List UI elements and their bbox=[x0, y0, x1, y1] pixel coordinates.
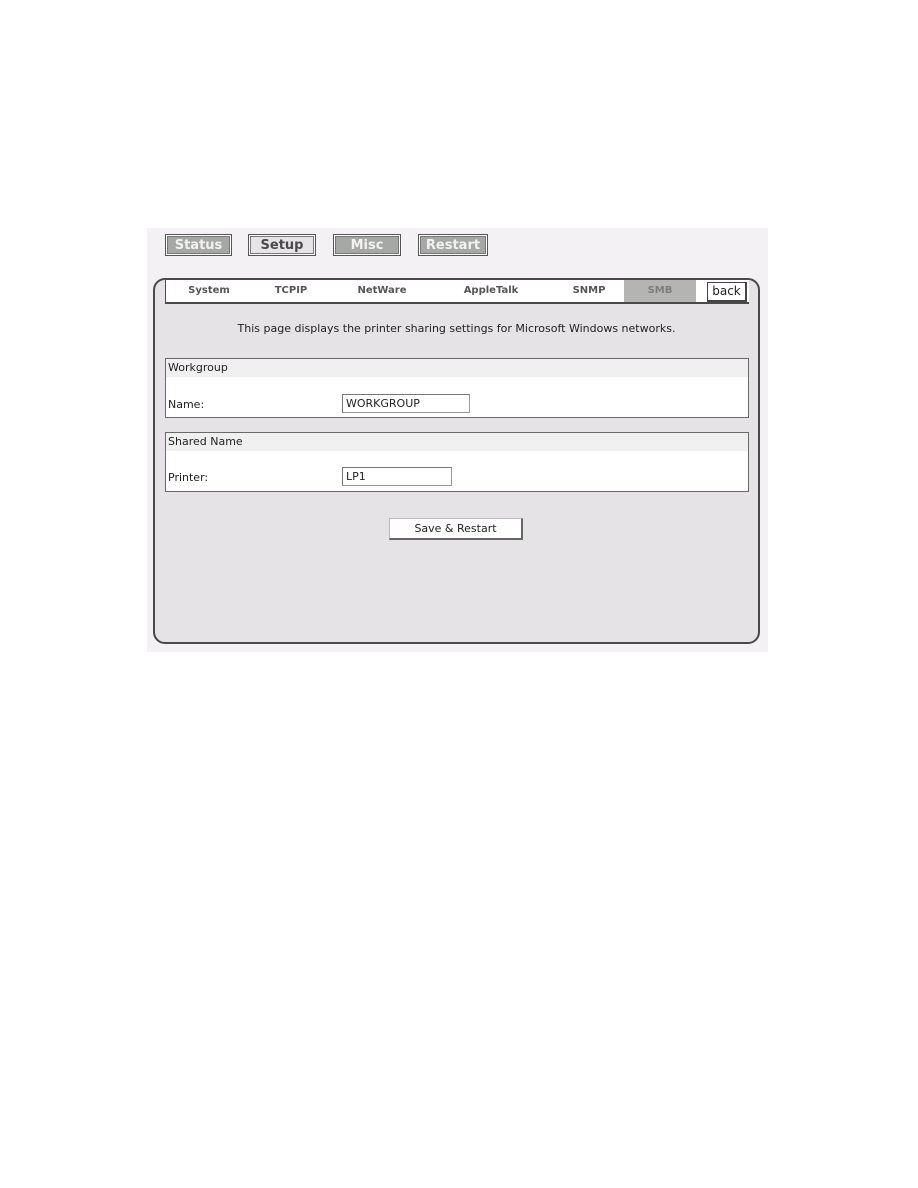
settings-panel: System TCPIP NetWare AppleTalk SNMP SMB … bbox=[153, 278, 760, 644]
shared-name-title: Shared Name bbox=[166, 433, 748, 451]
status-button[interactable]: Status bbox=[165, 234, 232, 256]
printer-config-frame: Status Setup Misc Restart System TCPIP N… bbox=[147, 228, 768, 652]
tab-netware[interactable]: NetWare bbox=[342, 280, 422, 302]
tab-tcpip[interactable]: TCPIP bbox=[258, 280, 324, 302]
misc-button[interactable]: Misc bbox=[333, 234, 401, 256]
setup-subnav: System TCPIP NetWare AppleTalk SNMP SMB … bbox=[165, 280, 749, 304]
restart-button-label: Restart bbox=[420, 236, 486, 254]
tab-snmp[interactable]: SNMP bbox=[559, 280, 619, 302]
printer-name-label: Printer: bbox=[168, 471, 209, 484]
save-restart-button[interactable]: Save & Restart bbox=[389, 518, 523, 540]
tab-smb[interactable]: SMB bbox=[624, 280, 696, 302]
workgroup-name-label: Name: bbox=[168, 398, 205, 411]
page-description: This page displays the printer sharing s… bbox=[237, 322, 676, 335]
setup-button[interactable]: Setup bbox=[248, 234, 316, 256]
printer-name-input[interactable] bbox=[342, 467, 452, 486]
workgroup-title: Workgroup bbox=[166, 359, 748, 377]
tab-appletalk[interactable]: AppleTalk bbox=[446, 280, 536, 302]
restart-button[interactable]: Restart bbox=[418, 234, 488, 256]
setup-button-label: Setup bbox=[250, 236, 314, 254]
workgroup-name-input[interactable] bbox=[342, 394, 470, 413]
shared-name-section: Shared Name Printer: bbox=[165, 432, 749, 492]
workgroup-section: Workgroup Name: bbox=[165, 358, 749, 418]
back-button[interactable]: back bbox=[707, 282, 747, 302]
status-button-label: Status bbox=[167, 236, 230, 254]
tab-system[interactable]: System bbox=[174, 280, 244, 302]
misc-button-label: Misc bbox=[335, 236, 399, 254]
